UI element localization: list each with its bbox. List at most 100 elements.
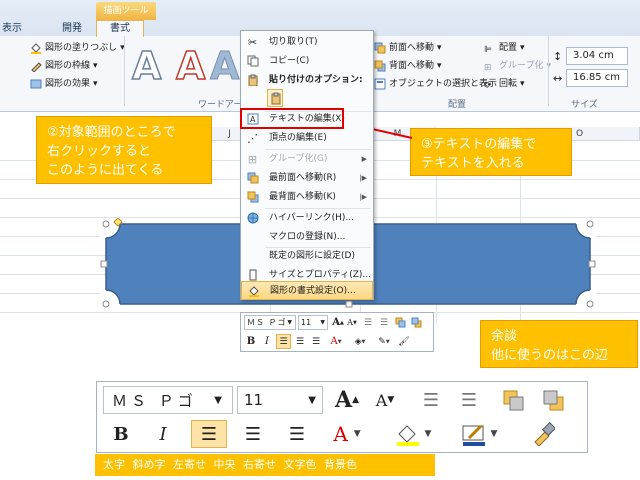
send-backward-icon[interactable] — [409, 315, 423, 330]
wordart-style-red-outline[interactable]: A — [175, 45, 206, 87]
legend-align-left: 左寄せ — [173, 458, 206, 471]
shrink-font-icon[interactable]: A ▼ — [345, 315, 359, 330]
height-icon: ↕ — [553, 50, 563, 63]
menu-item-group[interactable]: ⊞ グループ化(G) ▶ — [241, 150, 373, 169]
resize-handle[interactable] — [345, 300, 353, 308]
font-size-dropdown[interactable]: 11 ▼ — [237, 386, 323, 414]
submenu-arrow-icon: |▶ — [359, 193, 367, 201]
wordart-style-outline[interactable]: A — [131, 45, 162, 87]
grow-font-icon[interactable]: A ▲ — [331, 386, 363, 414]
bring-forward-icon[interactable] — [497, 386, 529, 414]
increase-indent-icon[interactable]: ☰ — [453, 386, 485, 414]
resize-handle[interactable] — [102, 220, 110, 228]
effects-icon — [30, 78, 42, 90]
decrease-indent-icon[interactable]: ☰ — [361, 315, 375, 330]
font-color-icon[interactable]: A ▼ — [323, 420, 371, 448]
font-size-dropdown[interactable]: 11 ▼ — [298, 315, 328, 330]
resize-handle[interactable] — [100, 260, 108, 268]
drawing-tools-context-label: 描画ツール — [96, 2, 156, 20]
send-to-back-icon — [246, 191, 259, 204]
bold-icon[interactable]: B — [105, 420, 137, 448]
menu-item-send-to-back[interactable]: 最背面へ移動(K) |▶ — [241, 188, 373, 207]
mini-toolbar-small: ＭＳ Ｐゴ ▼ 11 ▼ A ▲ A ▼ ☰ ☰ B I ☰ ☰ ☰ A ▼ ◈ ▼ ✎ ▼ … — [240, 312, 434, 352]
legend-italic: 斜め字 — [132, 458, 166, 471]
send-backward-button[interactable]: 背面へ移動 ▾ — [374, 58, 442, 74]
bring-forward-button[interactable]: 前面へ移動 ▾ — [374, 40, 442, 56]
align-left-icon[interactable]: ☰ — [276, 334, 291, 349]
selection-pane-button[interactable]: オブジェクトの選択と表示 — [374, 76, 497, 92]
menu-item-edit-points[interactable]: ⋰ 頂点の編集(E) — [241, 129, 373, 148]
font-name-dropdown[interactable]: ＭＳ Ｐゴ ▼ — [244, 315, 296, 330]
tab-format[interactable]: 書式 — [96, 20, 144, 37]
tab-developer[interactable]: 開発 — [62, 21, 82, 36]
align-left-icon[interactable]: ☰ — [191, 420, 227, 448]
group-divider — [124, 36, 125, 106]
font-color-icon[interactable]: A ▼ — [325, 334, 347, 349]
mini-toolbar-large: ＭＳ Ｐゴ ▼ 11 ▼ A ▲ A ▼ ☰ ☰ B I ☰ ☰ ☰ A ▼ ▼ ▼ — [96, 381, 588, 453]
chevron-down-icon: ▼ — [287, 319, 293, 326]
shape-context-menu: ✂ 切り取り(T) コピー(C) 貼り付けのオプション: A テキストの編集(X) … — [240, 30, 374, 300]
wordart-style-blue[interactable]: A — [209, 46, 239, 87]
globe-link-icon — [246, 212, 259, 225]
selection-pane-icon — [374, 78, 386, 90]
callout-right-click: ②対象範囲のところで 右クリックすると このように出てくる — [36, 116, 212, 184]
tab-display[interactable]: 表示 — [2, 21, 22, 36]
grow-font-icon[interactable]: A ▲ — [331, 315, 345, 330]
resize-handle[interactable] — [588, 260, 596, 268]
align-center-icon[interactable]: ☰ — [293, 334, 307, 349]
width-icon: ↔ — [553, 72, 563, 85]
shape-width-input[interactable]: 16.85 cm — [566, 69, 628, 87]
legend-font-color: 文字色 — [283, 458, 317, 471]
resize-handle[interactable] — [586, 300, 594, 308]
edit-points-icon: ⋰ — [247, 132, 258, 145]
increase-indent-icon[interactable]: ☰ — [377, 315, 391, 330]
bring-to-front-icon — [246, 172, 259, 185]
decrease-indent-icon[interactable]: ☰ — [415, 386, 447, 414]
bottom-legend: 太字 斜め字 左寄せ 中央 右寄せ 文字色 背景色 — [95, 454, 435, 476]
shape-outline-button[interactable]: 図形の枠線 ▾ — [30, 58, 98, 74]
clipboard-icon — [270, 92, 282, 108]
menu-item-copy[interactable]: コピー(C) — [241, 52, 373, 71]
shape-fill-button[interactable]: 図形の塗りつぶし ▾ — [30, 40, 125, 56]
group-button[interactable]: ⊞ グループ化▾ — [484, 58, 551, 74]
format-painter-icon[interactable] — [525, 420, 561, 448]
align-center-icon[interactable]: ☰ — [237, 420, 269, 448]
align-right-icon[interactable]: ☰ — [309, 334, 323, 349]
callout-edit-text: ③テキストの編集で テキストを入れる — [410, 128, 572, 176]
menu-item-assign-macro[interactable]: マクロの登録(N)... — [241, 228, 373, 247]
callout-aside: 余談 他に使うのはこの辺 — [480, 320, 638, 368]
group-icon: ⊞ — [247, 153, 258, 166]
pencil-icon — [30, 60, 42, 73]
rotate-button[interactable]: ⟳ 回転 ▾ — [484, 76, 525, 92]
fill-color-icon[interactable]: ▼ — [387, 420, 439, 448]
menu-item-paste-options: 貼り付けのオプション: — [241, 71, 373, 90]
align-button[interactable]: ⊫ 配置 ▾ — [484, 40, 525, 56]
format-painter-icon[interactable]: 🖌 — [397, 334, 411, 349]
line-color-icon[interactable]: ▼ — [453, 420, 505, 448]
line-color-icon[interactable]: ✎ ▼ — [373, 334, 395, 349]
legend-bold: 太字 — [103, 458, 125, 471]
chevron-down-icon: ▼ — [308, 394, 316, 406]
fill-color-icon[interactable]: ◈ ▼ — [349, 334, 371, 349]
resize-handle[interactable] — [102, 300, 110, 308]
bold-icon[interactable]: B — [244, 334, 258, 349]
align-icon: ⊫ — [484, 45, 492, 55]
chevron-down-icon: ▼ — [214, 394, 226, 406]
align-right-icon[interactable]: ☰ — [281, 420, 313, 448]
shape-height-input[interactable]: 3.04 cm — [566, 47, 628, 65]
shrink-font-icon[interactable]: A ▼ — [369, 386, 401, 414]
send-backward-icon[interactable] — [537, 386, 569, 414]
italic-icon[interactable]: I — [260, 334, 274, 349]
font-name-dropdown[interactable]: ＭＳ Ｐゴ ▼ — [103, 386, 233, 414]
italic-icon[interactable]: I — [147, 420, 179, 448]
menu-item-format-shape[interactable]: 図形の書式設定(O)... — [241, 281, 373, 300]
menu-item-hyperlink[interactable]: ハイパーリンク(H)... — [241, 209, 373, 228]
menu-item-cut[interactable]: ✂ 切り取り(T) — [241, 33, 373, 52]
menu-item-bring-to-front[interactable]: 最前面へ移動(R) |▶ — [241, 169, 373, 188]
submenu-arrow-icon: ▶ — [361, 155, 367, 163]
shape-effects-button[interactable]: 図形の効果 ▾ — [30, 76, 98, 92]
paste-option-button[interactable] — [267, 89, 283, 107]
menu-item-set-default-shape[interactable]: 既定の図形に設定(D) — [241, 247, 373, 266]
resize-handle[interactable] — [586, 220, 594, 228]
bring-forward-icon[interactable] — [393, 315, 407, 330]
